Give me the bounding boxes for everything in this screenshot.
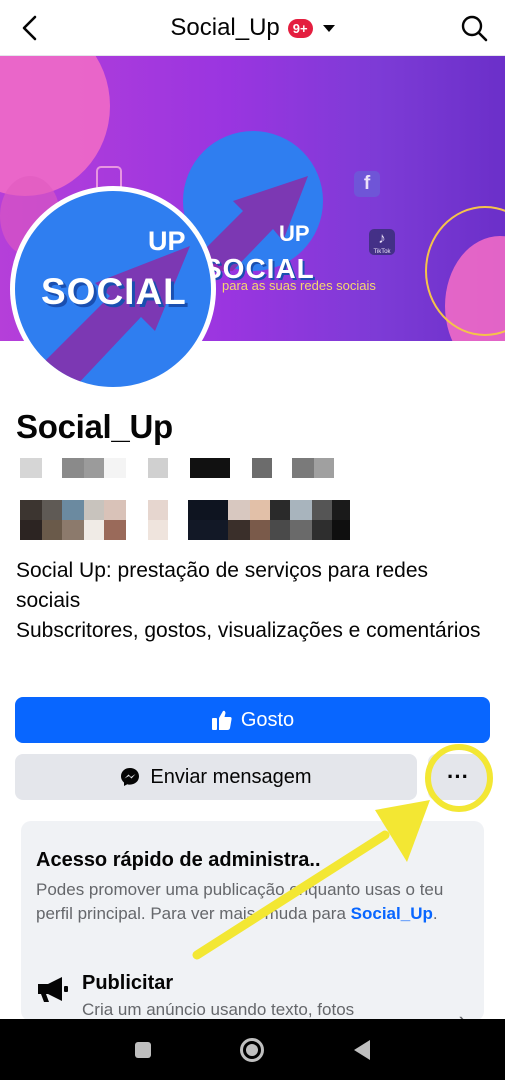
like-button[interactable]: Gosto	[15, 697, 490, 743]
advertise-title[interactable]: Publicitar	[82, 972, 173, 995]
messenger-icon	[121, 768, 140, 786]
cover-tagline: para as suas redes sociais	[222, 278, 376, 293]
decorative-blob	[0, 56, 110, 196]
admin-card-title: Acesso rápido de administra..	[36, 849, 321, 871]
facebook-icon: f	[354, 171, 380, 197]
redacted-info-row	[20, 500, 350, 520]
admin-card-description: Podes promover uma publicação enquanto u…	[36, 880, 444, 923]
page-switcher[interactable]: Social_Up 9+	[0, 0, 505, 56]
like-label: Gosto	[240, 708, 295, 731]
redacted-info-row	[20, 458, 334, 478]
yellow-highlight-circle	[425, 744, 493, 812]
search-icon	[461, 15, 488, 42]
avatar-logo-up: UP	[148, 226, 186, 256]
advertise-description: Cria um anúncio usando texto, fotos	[82, 1000, 355, 1019]
redacted-info-row	[20, 520, 350, 540]
profile-name: Social_Up	[16, 408, 173, 445]
tiktok-label: TikTok	[373, 249, 391, 255]
tiktok-icon: ♪ TikTok	[369, 229, 395, 255]
megaphone-icon	[38, 977, 68, 1002]
switch-profile-link[interactable]: Social_Up	[351, 904, 433, 923]
cover-logo-up: UP	[279, 221, 310, 246]
avatar-image: UP SOCIAL	[15, 191, 211, 387]
send-message-label: Enviar mensagem	[150, 765, 312, 788]
system-navigation-bar	[0, 1019, 505, 1080]
send-message-button[interactable]: Enviar mensagem	[15, 754, 417, 800]
decorative-ring	[425, 206, 505, 336]
admin-quick-access-card: Acesso rápido de administra.. Podes prom…	[21, 821, 484, 1021]
profile-bio: Social Up: prestação de serviços para re…	[16, 559, 481, 642]
notification-badge: 9+	[287, 18, 313, 38]
home-button[interactable]	[240, 1037, 265, 1062]
recent-apps-button[interactable]	[134, 1041, 151, 1058]
avatar[interactable]: UP SOCIAL	[10, 186, 216, 392]
search-button[interactable]	[459, 13, 489, 43]
page-title: Social_Up	[170, 14, 280, 41]
thumbs-up-icon	[211, 710, 232, 730]
top-app-bar: Social_Up 9+	[0, 0, 505, 56]
system-back-button[interactable]	[354, 1039, 371, 1060]
caret-down-icon	[322, 24, 335, 32]
avatar-logo-social: SOCIAL	[41, 271, 187, 312]
